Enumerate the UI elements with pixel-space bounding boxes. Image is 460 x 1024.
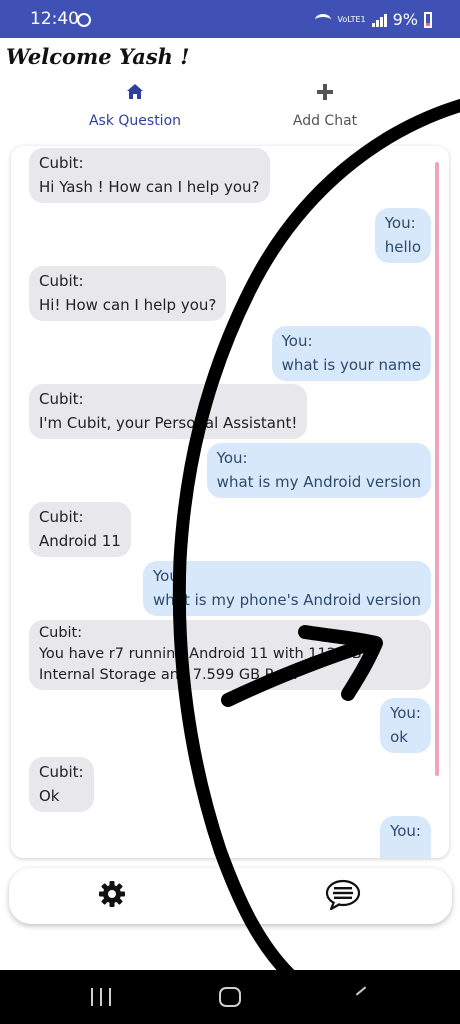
gear-icon[interactable] bbox=[97, 879, 127, 909]
message-sender: You: bbox=[216, 449, 248, 467]
message-text: Hi! How can I help you? bbox=[39, 296, 217, 314]
message-text: I'm Cubit, your Personal Assistant! bbox=[39, 414, 298, 432]
system-nav-bar bbox=[0, 970, 460, 1024]
message-text: Android 11 bbox=[39, 532, 121, 550]
message-text: what is my phone's Android version bbox=[153, 591, 421, 609]
home-button-icon[interactable] bbox=[219, 987, 241, 1007]
cubit-message: Cubit: Hi! How can I help you? bbox=[29, 266, 227, 321]
message-sender: You: bbox=[384, 214, 416, 232]
wifi-icon bbox=[315, 13, 332, 26]
tab-label: Ask Question bbox=[88, 113, 182, 129]
message-text: You have r7 running Android 11 with 112 … bbox=[39, 646, 362, 662]
cubit-message: Cubit: Android 11 bbox=[29, 502, 131, 557]
sync-icon bbox=[77, 13, 91, 27]
cubit-message: Cubit: Ok bbox=[29, 757, 94, 812]
bottom-toolbar bbox=[9, 868, 452, 924]
message-text: Hi Yash ! How can I help you? bbox=[39, 178, 260, 196]
message-sender: You: bbox=[281, 332, 313, 350]
message-sender: You: bbox=[390, 704, 421, 722]
user-message: You: what is my Android version bbox=[206, 443, 431, 498]
battery-percent: 9% bbox=[392, 10, 418, 29]
user-message: You: what is your name bbox=[271, 326, 431, 381]
chat-bubble-icon[interactable] bbox=[325, 878, 361, 912]
tab-label: Add Chat bbox=[292, 113, 358, 129]
home-icon bbox=[127, 84, 143, 99]
recent-apps-icon[interactable] bbox=[91, 988, 111, 1006]
signal-icon bbox=[371, 13, 387, 27]
user-message: You: hello bbox=[374, 208, 431, 263]
tab-add-chat[interactable]: Add Chat bbox=[250, 82, 400, 129]
message-sender: Cubit: bbox=[39, 763, 84, 781]
battery-icon bbox=[424, 11, 432, 28]
cubit-message: Cubit: I'm Cubit, your Personal Assistan… bbox=[29, 384, 308, 439]
back-icon[interactable] bbox=[355, 986, 367, 996]
status-time: 12:40 bbox=[30, 9, 79, 29]
message-sender: Cubit: bbox=[39, 390, 84, 408]
message-sender: You: bbox=[153, 567, 184, 585]
message-sender: Cubit: bbox=[39, 154, 84, 172]
scrollbar[interactable] bbox=[435, 162, 439, 776]
message-sender: Cubit: bbox=[39, 272, 84, 290]
message-text: Ok bbox=[39, 787, 60, 805]
user-message: You: what is my phone's Android version bbox=[143, 561, 431, 616]
message-sender: Cubit: bbox=[39, 625, 83, 641]
user-message: You: ok bbox=[380, 698, 431, 753]
cubit-message: Cubit: You have r7 running Android 11 wi… bbox=[29, 620, 431, 690]
plus-icon bbox=[317, 84, 333, 100]
message-sender: You: bbox=[390, 822, 421, 840]
message-text-line-2: Internal Storage and 7.599 GB Ram bbox=[39, 667, 298, 683]
message-sender: Cubit: bbox=[39, 508, 84, 526]
status-icons: VoLTE1 9% bbox=[315, 10, 432, 29]
user-message: You: bbox=[380, 816, 431, 858]
tab-ask-question[interactable]: Ask Question bbox=[60, 82, 210, 129]
message-text: what is my Android version bbox=[216, 473, 421, 491]
cubit-message: Cubit: Hi Yash ! How can I help you? bbox=[29, 148, 270, 203]
network-label: VoLTE1 bbox=[337, 14, 366, 24]
welcome-title: Welcome Yash ! bbox=[6, 44, 190, 69]
message-text: hello bbox=[384, 238, 421, 256]
message-text: ok bbox=[390, 728, 408, 746]
message-text: what is your name bbox=[281, 356, 421, 374]
status-bar: 12:40 VoLTE1 9% bbox=[0, 0, 460, 38]
chat-list[interactable]: Cubit: Hi Yash ! How can I help you? You… bbox=[11, 146, 449, 858]
